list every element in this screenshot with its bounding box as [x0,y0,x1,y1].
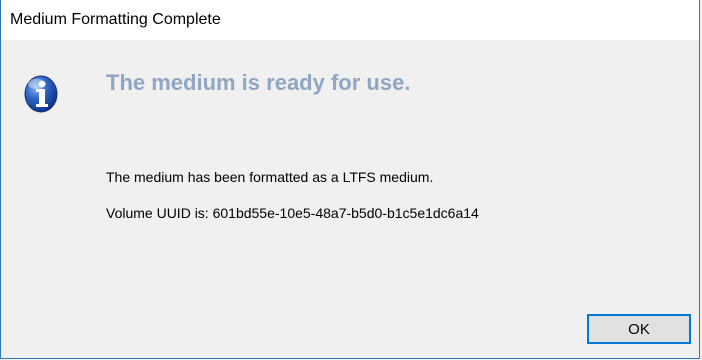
window-title: Medium Formatting Complete [10,11,221,28]
dialog-window: Medium Formatting Complete The medium is… [0,0,700,359]
info-icon [24,73,58,113]
format-message: The medium has been formatted as a LTFS … [106,169,434,185]
ok-button[interactable]: OK [587,314,691,344]
dialog-headline: The medium is ready for use. [106,70,411,95]
title-bar[interactable]: Medium Formatting Complete [1,0,699,40]
volume-uuid-message: Volume UUID is: 601bd55e-10e5-48a7-b5d0-… [106,205,479,221]
